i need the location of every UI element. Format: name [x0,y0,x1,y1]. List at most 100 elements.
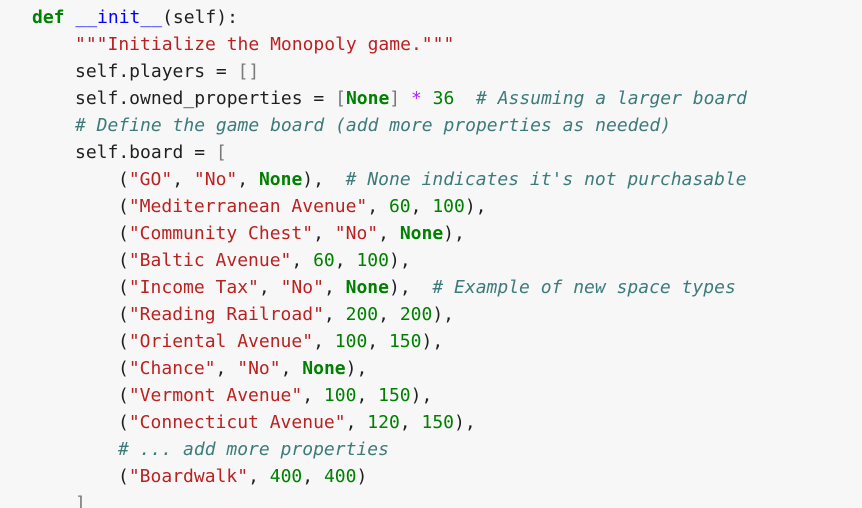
code-line: self.players = [] [75,58,259,85]
code-line: # Define the game board (add more proper… [75,112,671,139]
code-token: def [32,7,65,28]
code-token: , [237,169,259,190]
code-token: ( [118,196,129,217]
code-token: ] [389,88,401,109]
code-token: , [291,250,314,271]
code-token: "No" [334,223,379,244]
code-token: 200 [399,304,433,325]
code-token: , [323,277,346,298]
code-token: ), [443,223,465,244]
code-token: "No" [280,277,324,298]
code-token: 400 [323,466,357,487]
code-token: ), [421,331,444,352]
code-token: 400 [269,466,303,487]
code-token: # Example of new space types [432,277,736,298]
code-line: ("Mediterranean Avenue", 60, 100), [118,193,487,220]
code-token: __init__ [75,7,163,28]
code-token: ( [118,466,129,487]
code-token: "No" [193,169,238,190]
code-line: ("Boardwalk", 400, 400) [118,463,367,490]
code-line: self.board = [ [75,139,227,166]
code-token: , [378,304,400,325]
code-token: self.players = [75,61,238,82]
code-token: ( [118,223,129,244]
code-line: ("Vermont Avenue", 100, 150), [118,382,432,409]
code-token: None [302,358,346,379]
code-token: , [215,358,238,379]
code-token: 60 [388,196,411,217]
code-line: ("Baltic Avenue", 60, 100), [118,247,411,274]
code-line: ] [75,490,86,508]
code-token: # Assuming a larger board [476,88,747,109]
code-token: , [356,385,379,406]
code-token: , [345,412,368,433]
code-token: ] [75,493,86,508]
code-token: 150 [378,385,411,406]
code-token: ), [464,196,487,217]
code-token: ), [388,277,433,298]
code-token: ) [356,466,368,487]
code-token: # Define the game board (add more proper… [75,115,672,136]
code-token: ), [302,169,346,190]
code-token: 120 [367,412,400,433]
code-token: , [258,277,281,298]
code-line: """Initialize the Monopoly game.""" [75,31,454,58]
code-view[interactable]: def __init__(self): """Initialize the Mon… [0,0,862,508]
code-token: 60 [313,250,335,271]
code-token: None [345,88,390,109]
code-token: "GO" [128,169,173,190]
code-token: None [399,223,444,244]
code-line: ("Connecticut Avenue", 120, 150), [118,409,476,436]
code-token: "No" [237,358,281,379]
code-token: "Boardwalk" [128,466,249,487]
code-token: ( [118,169,129,190]
code-token: ), [388,250,411,271]
code-token: ( [118,412,129,433]
code-line: ("Reading Railroad", 200, 200), [118,301,454,328]
code-token: , [334,250,357,271]
code-token: , [248,466,270,487]
code-token: ( [118,331,129,352]
code-token: , [367,196,389,217]
code-token: None [258,169,303,190]
code-token: "Vermont Avenue" [128,385,303,406]
code-token: "Baltic Avenue" [128,250,292,271]
code-token: , [367,331,389,352]
code-token: "Reading Railroad" [128,304,324,325]
code-token: ), [454,412,476,433]
code-token: ), [345,358,368,379]
code-token: 100 [432,196,465,217]
code-token: "Oriental Avenue" [128,331,314,352]
code-token: , [399,412,422,433]
code-token: 100 [323,385,357,406]
code-token: , [410,196,433,217]
code-token: , [313,331,335,352]
code-token: 200 [345,304,379,325]
code-token: , [323,304,346,325]
code-token: , [313,223,335,244]
code-token: 36 [432,88,455,109]
code-token: * [410,88,422,109]
code-token: [ [335,88,346,109]
code-token: "Chance" [128,358,216,379]
code-token: None [345,277,389,298]
code-token: # ... add more properties [118,439,389,460]
code-token: , [302,466,324,487]
code-token: 100 [334,331,368,352]
code-token: ), [432,304,455,325]
code-token: ( [118,277,129,298]
code-token: [] [237,61,260,82]
code-line: ("Community Chest", "No", None), [118,220,465,247]
code-token: (self): [162,7,238,28]
code-token: , [378,223,400,244]
code-token: 150 [421,412,454,433]
code-token: "Mediterranean Avenue" [128,196,368,217]
code-token: "Community Chest" [128,223,314,244]
code-token: self.owned_properties = [75,88,336,109]
code-line: ("Oriental Avenue", 100, 150), [118,328,443,355]
code-line: self.owned_properties = [None] * 36 # As… [75,85,747,112]
code-token: self.board = [75,142,216,163]
